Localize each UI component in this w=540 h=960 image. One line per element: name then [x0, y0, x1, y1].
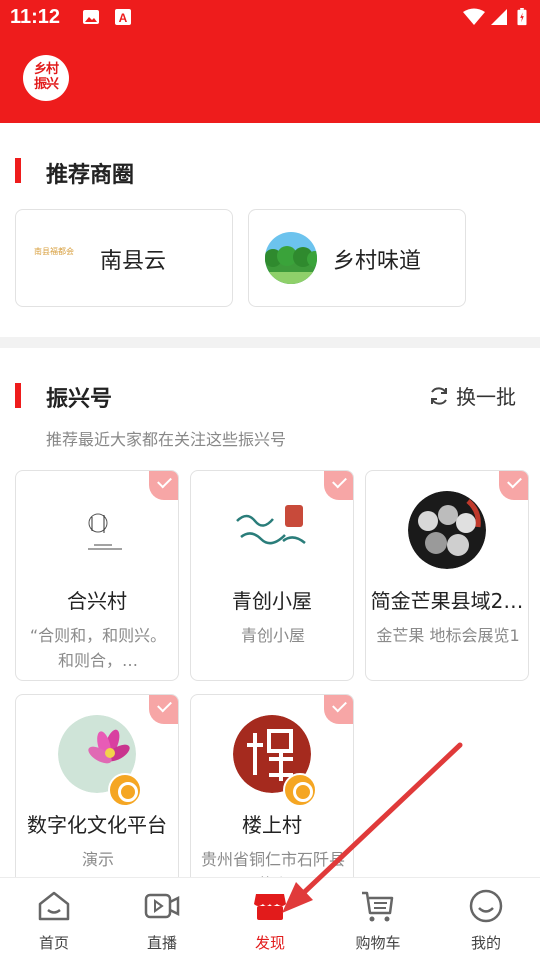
- cart-icon: [362, 891, 394, 922]
- revival-accounts-subtitle: 推荐最近大家都在关注这些振兴号: [46, 430, 287, 449]
- nav-label: 发现: [254, 934, 285, 952]
- refresh-icon: [431, 386, 447, 405]
- account-name: 青创小屋: [232, 589, 312, 613]
- account-description: 青创小屋: [240, 626, 305, 645]
- refresh-label: 换一批: [456, 385, 516, 409]
- nav-item-me[interactable]: 我的: [432, 878, 540, 960]
- followed-check-icon[interactable]: [499, 471, 528, 500]
- followed-check-icon[interactable]: [324, 695, 353, 724]
- account-name: 数字化文化平台: [27, 813, 167, 837]
- recommended-circles-title: 推荐商圈: [46, 163, 135, 188]
- logo-text-line2: 振兴: [33, 77, 59, 92]
- jianjinmangguo-avatar: [408, 491, 486, 569]
- followed-check-icon[interactable]: [324, 471, 353, 500]
- app-logo[interactable]: 乡村 振兴: [23, 55, 69, 101]
- section-marker: [15, 383, 21, 408]
- recommended-circles-section: 推荐商圈 南县福都会 南县云 乡村味道: [0, 123, 540, 337]
- account-card-hexingcun[interactable]: 合兴村 “合则和，和则兴。和则合，…: [15, 470, 179, 681]
- revival-accounts-title: 振兴号: [46, 387, 113, 412]
- section-marker: [15, 158, 21, 183]
- nav-item-live[interactable]: 直播: [108, 878, 216, 960]
- logo-text-line1: 乡村: [33, 62, 59, 77]
- home-icon: [38, 891, 70, 921]
- nav-label: 我的: [470, 934, 501, 952]
- nanxianyun-logo: 南县福都会: [34, 247, 74, 256]
- nav-item-discover[interactable]: 发现: [216, 878, 324, 960]
- account-card-loushangcun[interactable]: 楼上村 贵州省铜仁市石阡县国荣乡…: [190, 694, 354, 894]
- nav-label: 购物车: [355, 934, 401, 952]
- nav-label: 首页: [38, 934, 69, 952]
- nav-label: 直播: [146, 934, 177, 952]
- svg-text:A: A: [119, 11, 128, 25]
- nav-item-cart[interactable]: 购物车: [324, 878, 432, 960]
- nav-item-home[interactable]: 首页: [0, 878, 108, 960]
- smile-icon: [469, 889, 503, 923]
- account-name: 简金芒果县域2…: [370, 589, 524, 613]
- app-header: 11:12 A 乡村 振兴: [0, 0, 540, 123]
- signal-icon: [491, 9, 507, 25]
- status-time: 11:12: [10, 6, 61, 28]
- gallery-icon: [83, 10, 99, 24]
- account-name: 合兴村: [67, 589, 127, 613]
- verified-badge-icon: [283, 773, 317, 807]
- xiangcunweidao-avatar: [265, 232, 317, 284]
- wifi-icon: [463, 8, 485, 25]
- account-name: 楼上村: [242, 813, 302, 837]
- battery-icon: [517, 8, 527, 26]
- account-card-digital-culture[interactable]: 数字化文化平台 演示: [15, 694, 179, 894]
- store-icon: [254, 894, 286, 920]
- circle-card-xiangcunweidao[interactable]: 乡村味道: [248, 209, 466, 307]
- refresh-batch-button[interactable]: 换一批: [428, 381, 516, 410]
- revival-accounts-section: 振兴号 换一批 推荐最近大家都在关注这些振兴号 合兴村 “合则和，和则兴。和则合…: [0, 348, 540, 894]
- hexingcun-avatar: [58, 491, 136, 569]
- circle-card-nanxianyun[interactable]: 南县福都会 南县云: [15, 209, 233, 307]
- video-icon: [144, 893, 180, 919]
- account-description: 金芒果 地标会展览1: [376, 626, 520, 645]
- circle-name: 南县云: [100, 249, 167, 274]
- account-description: “合则和，和则兴。和则合，…: [29, 626, 167, 670]
- followed-check-icon[interactable]: [149, 471, 178, 500]
- verified-badge-icon: [108, 773, 142, 807]
- status-bar: 11:12 A: [0, 0, 540, 36]
- account-card-qingchuang[interactable]: 青创小屋 青创小屋: [190, 470, 354, 681]
- bottom-nav: 首页 直播 发现 购物车 我的: [0, 877, 540, 960]
- account-card-jianjinmangguo[interactable]: 简金芒果县域2… 金芒果 地标会展览1: [365, 470, 529, 681]
- font-icon: A: [115, 9, 131, 25]
- qingchuang-avatar: [233, 491, 311, 569]
- followed-check-icon[interactable]: [149, 695, 178, 724]
- circle-name: 乡村味道: [333, 249, 422, 274]
